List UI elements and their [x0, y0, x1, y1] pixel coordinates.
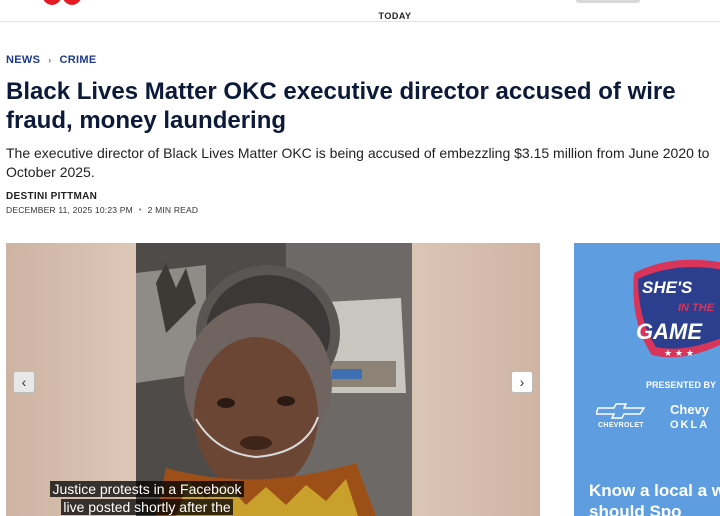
ad-chevrolet: CHEVROLET: [598, 422, 644, 429]
svg-text:★ ★ ★: ★ ★ ★: [664, 349, 694, 359]
top-nav-bar: TODAY: [0, 0, 720, 22]
carousel-prev-button[interactable]: ‹: [13, 371, 35, 393]
ad-presented-by: PRESENTED BY: [646, 380, 717, 390]
article-meta: DECEMBER 11, 2025 10:23 PM • 2 MIN READ: [6, 205, 198, 215]
breadcrumb: NEWS › CRIME: [6, 54, 96, 66]
ad-okla: OKLA: [670, 419, 710, 431]
header-button[interactable]: [576, 0, 640, 3]
breadcrumb-news[interactable]: NEWS: [6, 54, 40, 66]
chevron-right-icon: ›: [519, 374, 525, 390]
media-carousel[interactable]: ‹ › Justice protests in a Facebook live …: [6, 243, 540, 516]
ad-call-to-action[interactable]: Know a local a we should Spo: [589, 480, 720, 516]
caption-line-1: Justice protests in a Facebook: [50, 481, 244, 497]
video-still: [136, 243, 412, 516]
caption-line-2: live posted shortly after the: [61, 499, 233, 515]
shes-in-the-game-logo: SHE'S IN THE GAME ★ ★ ★: [633, 259, 720, 359]
article-headline: Black Lives Matter OKC executive directo…: [6, 78, 676, 134]
carousel-next-button[interactable]: ›: [511, 371, 533, 393]
article-summary: The executive director of Black Lives Ma…: [6, 145, 710, 180]
ad-logo-line2: IN THE: [678, 302, 715, 314]
author-name[interactable]: DESTINI PITTMAN: [6, 191, 97, 202]
ad-logo-line1: SHE'S: [642, 278, 693, 297]
breadcrumb-crime[interactable]: CRIME: [60, 54, 97, 66]
meta-separator-icon: •: [138, 206, 142, 214]
video-frame[interactable]: [136, 243, 412, 516]
chevrolet-bowtie-icon: [596, 403, 646, 419]
chevron-left-icon: ‹: [21, 374, 27, 390]
ad-logo-line3: GAME: [636, 319, 703, 344]
station-logo[interactable]: [38, 0, 86, 8]
advertisement[interactable]: SHE'S IN THE GAME ★ ★ ★ PRESENTED BY Che…: [574, 243, 720, 516]
video-caption: Justice protests in a Facebook live post…: [42, 480, 252, 516]
today-label: TODAY: [378, 11, 412, 21]
ad-chevy: Chevy: [670, 402, 710, 417]
breadcrumb-separator-icon: ›: [48, 55, 52, 65]
publish-date: DECEMBER 11, 2025 10:23 PM: [6, 205, 133, 215]
read-time: 2 MIN READ: [147, 205, 199, 215]
